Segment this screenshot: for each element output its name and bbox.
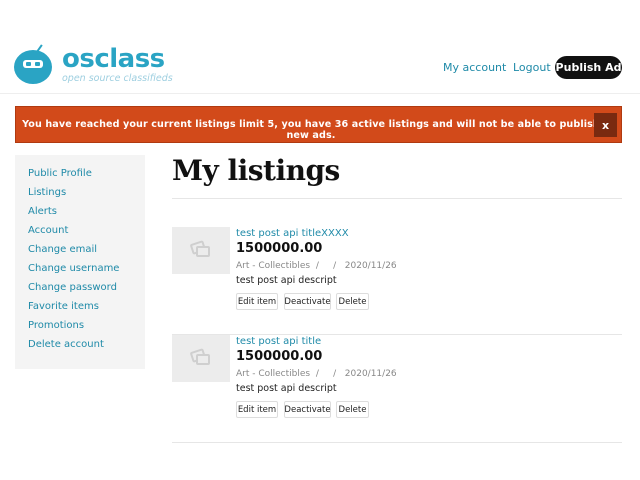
page-title: My listings bbox=[172, 154, 340, 187]
delete-button[interactable]: Delete bbox=[336, 293, 369, 310]
sidebar-item-promotions[interactable]: Promotions bbox=[28, 320, 84, 331]
sidebar-item-change-email[interactable]: Change email bbox=[28, 244, 97, 255]
logo-wordmark: osclass bbox=[62, 44, 165, 74]
sidebar-item-delete-account[interactable]: Delete account bbox=[28, 339, 104, 350]
edit-item-button[interactable]: Edit item bbox=[236, 293, 278, 310]
sidebar-item-change-username[interactable]: Change username bbox=[28, 263, 119, 274]
listing-title-link[interactable]: test post api title bbox=[236, 336, 321, 347]
publish-ad-button[interactable]: Publish Ad bbox=[555, 56, 622, 79]
sidebar-item-change-password[interactable]: Change password bbox=[28, 282, 117, 293]
listing-meta: Art - Collectibles / / 2020/11/26 bbox=[236, 261, 397, 271]
sidebar-item-alerts[interactable]: Alerts bbox=[28, 206, 57, 217]
delete-button[interactable]: Delete bbox=[336, 401, 369, 418]
listing-thumbnail[interactable] bbox=[172, 227, 230, 274]
alert-close-button[interactable]: x bbox=[594, 113, 617, 137]
my-account-link[interactable]: My account bbox=[443, 61, 506, 74]
listing-limit-alert: You have reached your current listings l… bbox=[15, 106, 622, 143]
image-placeholder-icon bbox=[189, 240, 211, 258]
site-header: osclass open source classifieds My accou… bbox=[0, 0, 640, 94]
deactivate-button[interactable]: Deactivate bbox=[284, 401, 331, 418]
listing-price: 1500000.00 bbox=[236, 241, 323, 256]
osclass-mascot-icon bbox=[14, 44, 54, 84]
alert-message: You have reached your current listings l… bbox=[22, 119, 600, 141]
listing-description: test post api descript bbox=[236, 275, 337, 286]
sidebar-item-public-profile[interactable]: Public Profile bbox=[28, 168, 92, 179]
deactivate-button[interactable]: Deactivate bbox=[284, 293, 331, 310]
logo-tagline: open source classifieds bbox=[62, 73, 173, 84]
account-sidebar: Public Profile Listings Alerts Account C… bbox=[15, 155, 145, 369]
sidebar-item-favorite-items[interactable]: Favorite items bbox=[28, 301, 99, 312]
image-placeholder-icon bbox=[189, 348, 211, 366]
logout-link[interactable]: Logout bbox=[513, 61, 551, 74]
listing-item: test post api titleXXXX 1500000.00 Art -… bbox=[172, 227, 622, 335]
listing-description: test post api descript bbox=[236, 383, 337, 394]
sidebar-item-account[interactable]: Account bbox=[28, 225, 68, 236]
edit-item-button[interactable]: Edit item bbox=[236, 401, 278, 418]
title-divider bbox=[172, 198, 622, 199]
listing-thumbnail[interactable] bbox=[172, 335, 230, 382]
sidebar-item-listings[interactable]: Listings bbox=[28, 187, 66, 198]
listing-meta: Art - Collectibles / / 2020/11/26 bbox=[236, 369, 397, 379]
listing-price: 1500000.00 bbox=[236, 349, 323, 364]
listing-title-link[interactable]: test post api titleXXXX bbox=[236, 228, 349, 239]
listing-item: test post api title 1500000.00 Art - Col… bbox=[172, 335, 622, 443]
site-logo[interactable]: osclass open source classifieds bbox=[14, 44, 173, 84]
